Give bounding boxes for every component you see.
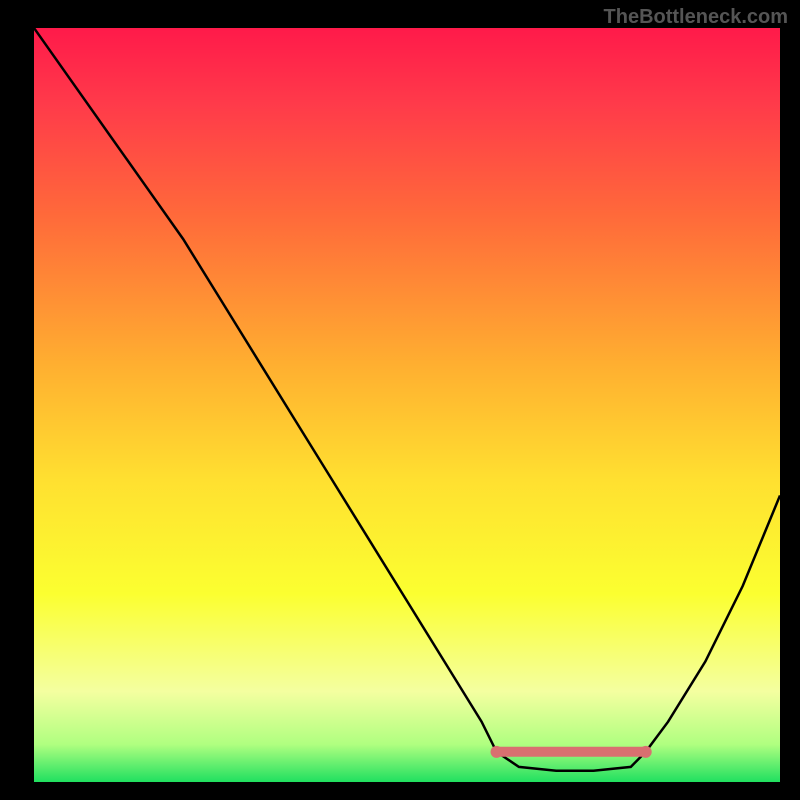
chart-curve <box>34 28 780 782</box>
chart-container <box>34 28 780 782</box>
watermark-text: TheBottleneck.com <box>604 6 788 29</box>
